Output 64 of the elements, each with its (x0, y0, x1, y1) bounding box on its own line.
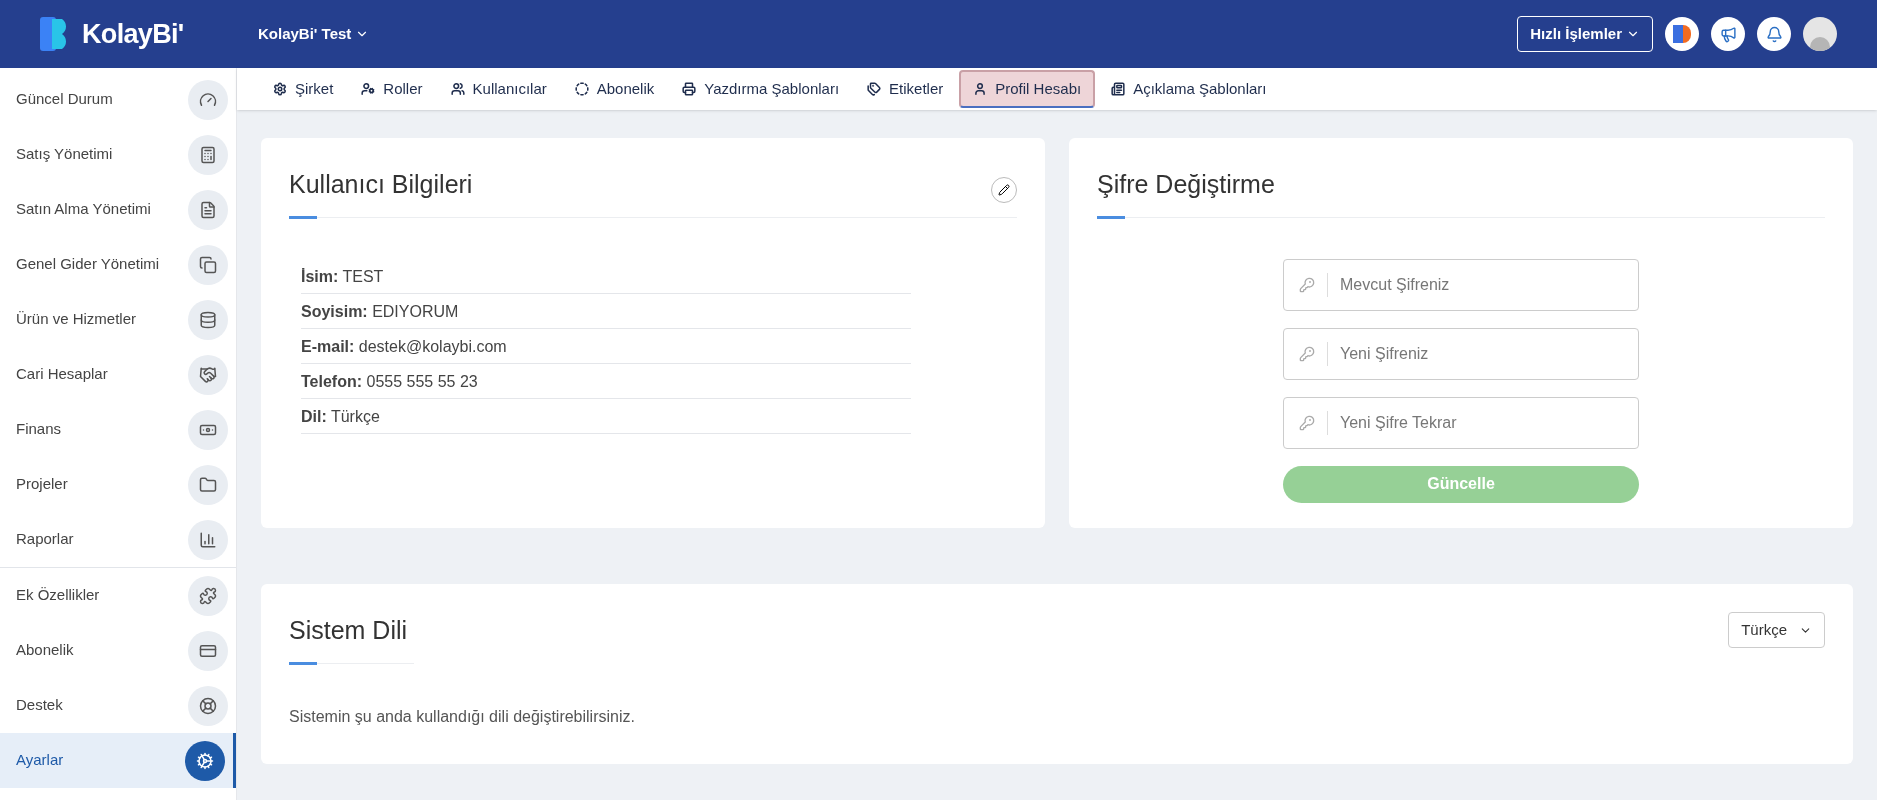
calculator-icon (188, 134, 228, 175)
password-field[interactable]: Mevcut Şifreniz (1283, 258, 1639, 311)
printer-icon (682, 82, 697, 96)
avatar[interactable] (1803, 17, 1837, 51)
tab[interactable]: Etiketler (855, 70, 956, 108)
newspaper-icon (1111, 82, 1126, 96)
user-icon (973, 82, 988, 96)
info-row-text: Soyisim: EDIYORUM (301, 301, 459, 322)
handshake-icon (188, 354, 228, 395)
bell-icon[interactable] (1757, 17, 1791, 51)
description-text: Sistemin şu anda kullandığı dili değiştirebilirsiniz. (289, 706, 636, 727)
sidebar-item[interactable]: Satın Alma Yönetimi (0, 182, 236, 237)
tab[interactable]: Kullanıcılar (438, 70, 559, 108)
bar-chart-icon (188, 519, 228, 560)
password-field[interactable]: Yeni Şifreniz (1283, 327, 1639, 380)
tab[interactable]: Yazdırma Şablonları (670, 70, 852, 108)
quick-actions-button[interactable]: Hızlı İşlemler (1517, 16, 1653, 52)
lifebuoy-icon (188, 685, 228, 726)
sidebar-item[interactable]: Projeler (0, 457, 236, 512)
sidebar-item[interactable]: Genel Gider Yönetimi (0, 237, 236, 292)
info-row-text: Dil: Türkçe (301, 406, 380, 427)
sidebar-item[interactable]: Raporlar (0, 512, 236, 567)
tab[interactable]: Profil Hesabı (959, 70, 1096, 108)
card-title: Kullanıcı Bilgileri (289, 169, 473, 200)
sidebar-item[interactable]: Satış Yönetimi (0, 127, 236, 182)
sidebar-item[interactable]: Ek Özellikler (0, 568, 236, 623)
tab[interactable]: Şirket (261, 70, 346, 108)
document-icon (188, 189, 228, 230)
card-title: Sistem Dili (289, 615, 409, 646)
sidebar-item[interactable]: Güncel Durum (0, 72, 236, 127)
circle-icon (574, 82, 589, 96)
language-dropdown[interactable]: Türkçe (1728, 612, 1825, 648)
logo-text: KolayBi' (82, 17, 184, 51)
info-row-text: İsim: TEST (301, 266, 384, 287)
tags-icon (867, 82, 882, 96)
card-title: Şifre Değiştirme (1097, 169, 1275, 200)
company-dropdown[interactable]: KolayBi' Test (258, 22, 370, 46)
tab[interactable]: Açıklama Şablonları (1099, 70, 1279, 108)
app-logo-icon[interactable] (1665, 17, 1699, 51)
info-row-text: E-mail: destek@kolaybi.com (301, 336, 507, 357)
key-icon (1299, 276, 1315, 293)
password-field[interactable]: Yeni Şifre Tekrar (1283, 396, 1639, 449)
gear-icon (273, 82, 287, 96)
key-icon (1299, 345, 1315, 362)
users-icon (450, 82, 465, 96)
copy-icon (188, 244, 228, 285)
puzzle-icon (188, 575, 228, 616)
folder-icon (188, 464, 228, 505)
sidebar-item[interactable]: Ayarlar (0, 733, 236, 788)
gauge-icon (188, 79, 228, 120)
megaphone-icon[interactable] (1711, 17, 1745, 51)
info-row-text: Telefon: 0555 555 55 23 (301, 371, 478, 392)
banknote-icon (188, 409, 228, 450)
key-icon (1299, 414, 1315, 431)
database-icon (188, 299, 228, 340)
user-cog-icon (361, 82, 376, 96)
sidebar-item[interactable]: Cari Hesaplar (0, 347, 236, 402)
sidebar-item[interactable]: Finans (0, 402, 236, 457)
tab[interactable]: Abonelik (562, 70, 667, 108)
tab[interactable]: Roller (349, 70, 435, 108)
sidebar-item[interactable]: Ürün ve Hizmetler (0, 292, 236, 347)
sidebar-item[interactable]: Destek (0, 678, 236, 733)
card-icon (188, 630, 228, 671)
sidebar-item[interactable]: Abonelik (0, 623, 236, 678)
